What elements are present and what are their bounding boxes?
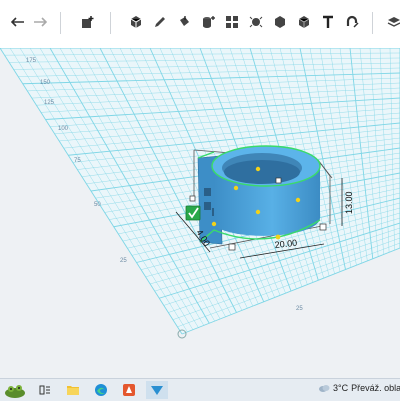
pattern-icon[interactable] xyxy=(220,10,244,34)
grid-label: 25 xyxy=(120,258,127,264)
cylinder-icon[interactable] xyxy=(196,10,220,34)
selected-object[interactable] xyxy=(198,146,320,244)
box-icon[interactable] xyxy=(124,10,148,34)
file-explorer-icon[interactable] xyxy=(64,381,82,399)
cube-stack-icon[interactable] xyxy=(292,10,316,34)
grid-label: 150 xyxy=(40,80,51,86)
frog-widget-icon[interactable] xyxy=(2,381,30,399)
grid-label: 75 xyxy=(74,158,81,164)
task-view-icon[interactable] xyxy=(36,381,54,399)
workplane-grid[interactable]: 175 150 125 100 75 50 25 25 xyxy=(0,48,400,378)
grid-label: 100 xyxy=(58,126,69,132)
cube-icon[interactable] xyxy=(268,10,292,34)
add-shape-icon[interactable] xyxy=(76,10,100,34)
redo-icon[interactable] xyxy=(28,10,52,34)
layers-icon[interactable] xyxy=(382,10,400,34)
app-icon-orange[interactable] xyxy=(120,381,138,399)
grid-label: 175 xyxy=(26,58,37,64)
text-icon[interactable] xyxy=(316,10,340,34)
grid-label: 50 xyxy=(94,202,101,208)
taskbar: 3°C Převáž. oblač xyxy=(0,378,400,401)
magnet-icon[interactable] xyxy=(340,10,364,34)
pen-icon[interactable] xyxy=(148,10,172,34)
toolbar xyxy=(0,0,400,49)
weather-widget[interactable]: 3°C Převáž. oblač xyxy=(318,383,400,393)
sphere-icon[interactable] xyxy=(244,10,268,34)
weather-description: Převáž. oblač xyxy=(351,383,400,393)
undo-icon[interactable] xyxy=(6,10,30,34)
dimension-height-label[interactable]: 13.00 xyxy=(344,191,354,214)
confirm-check-icon[interactable] xyxy=(186,206,200,220)
cloud-icon xyxy=(318,383,330,393)
grid-label: 25 xyxy=(296,306,303,312)
edge-browser-icon[interactable] xyxy=(92,381,110,399)
3d-viewport[interactable]: 175 150 125 100 75 50 25 25 xyxy=(0,48,400,378)
bucket-icon[interactable] xyxy=(172,10,196,34)
weather-temperature: 3°C xyxy=(333,383,348,393)
app-icon-tinkercad[interactable] xyxy=(146,381,168,399)
grid-label: 125 xyxy=(44,100,55,106)
